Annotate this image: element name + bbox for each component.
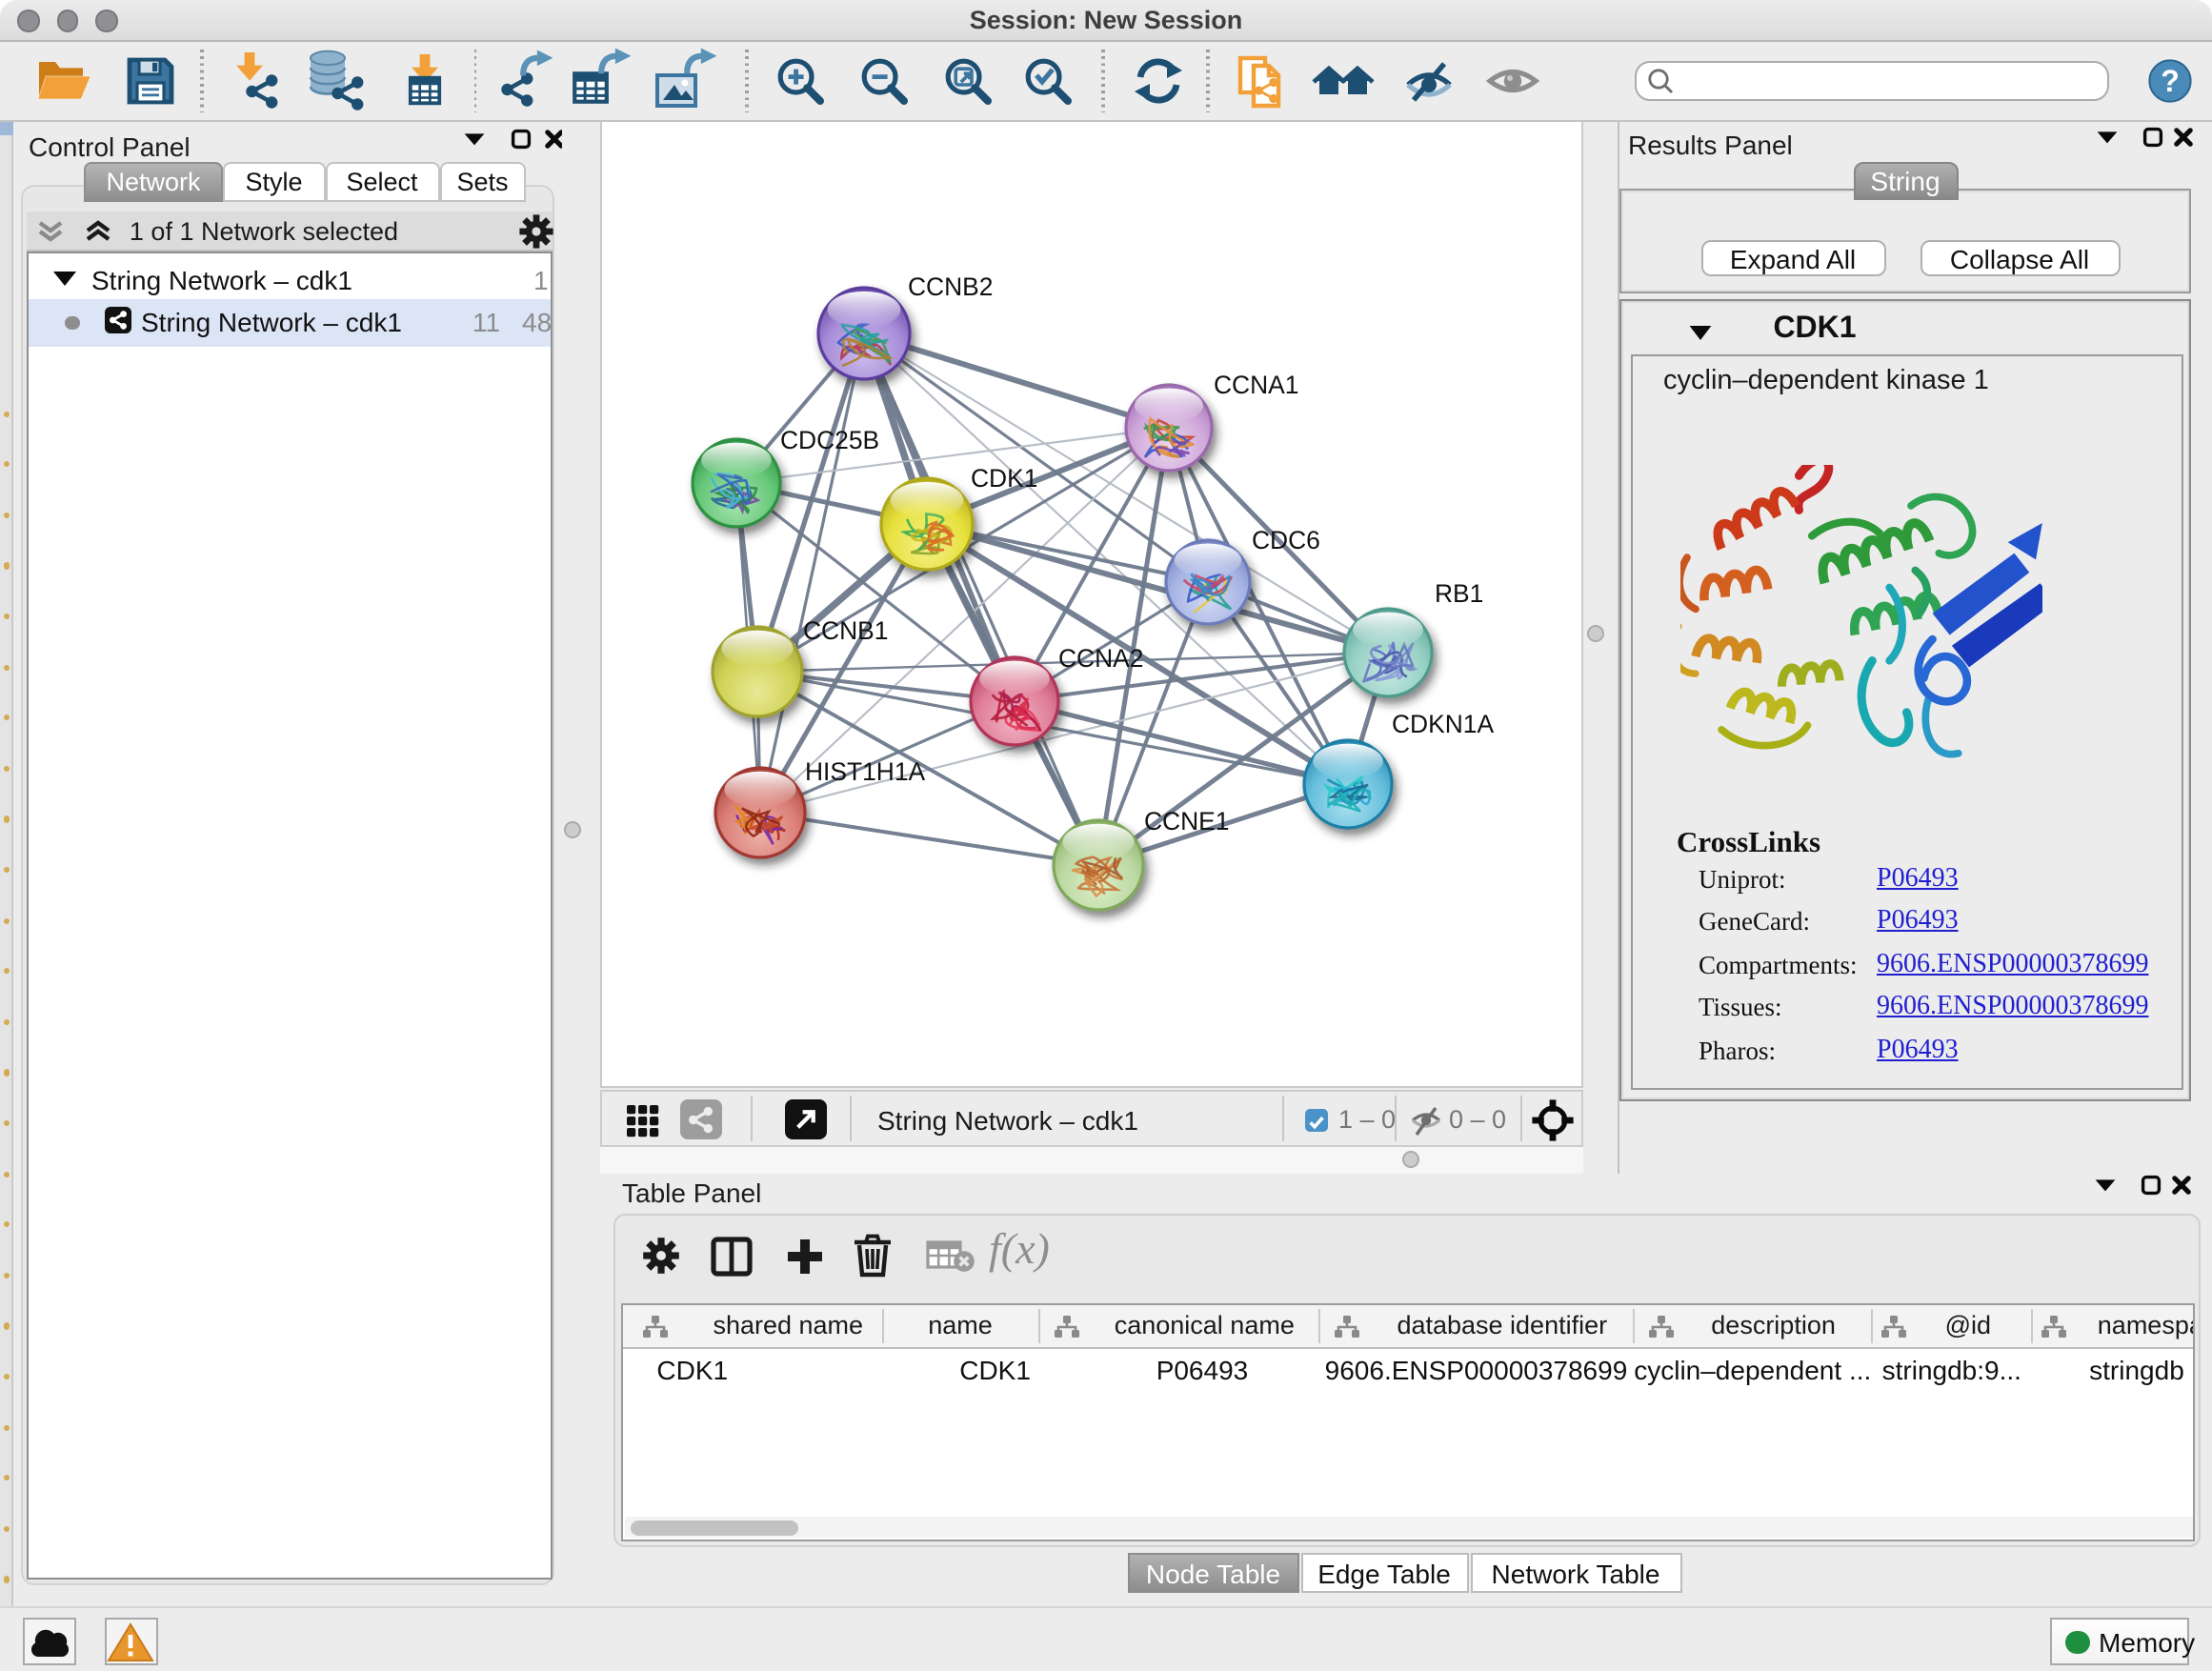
svg-text:CCNA2: CCNA2 <box>1057 643 1142 672</box>
svg-text:CDC25B: CDC25B <box>779 425 878 453</box>
svg-text:CCNA1: CCNA1 <box>1213 370 1297 398</box>
svg-text:CCNB1: CCNB1 <box>802 615 887 644</box>
svg-text:CCNB2: CCNB2 <box>907 272 992 300</box>
svg-text:?: ? <box>2161 64 2180 98</box>
svg-text:CDKN1A: CDKN1A <box>1391 709 1493 737</box>
svg-text:RB1: RB1 <box>1434 578 1482 607</box>
svg-text:CDC6: CDC6 <box>1251 525 1319 554</box>
svg-text:CCNE1: CCNE1 <box>1143 806 1228 835</box>
svg-text:HIST1H1A: HIST1H1A <box>804 756 925 785</box>
svg-text:CDK1: CDK1 <box>970 463 1036 492</box>
